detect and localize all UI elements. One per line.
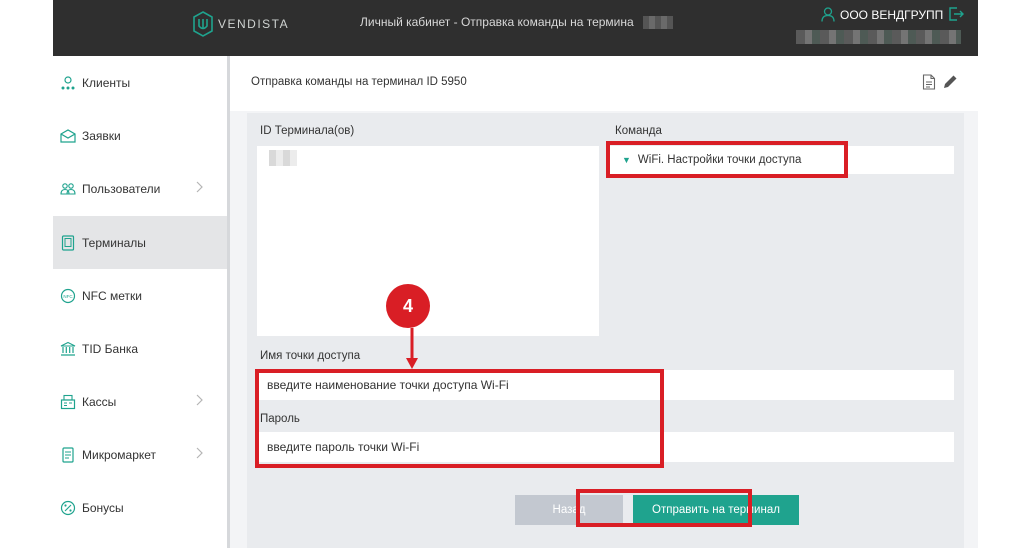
sidebar-item-bonuses[interactable]: Бонусы — [53, 481, 227, 534]
sidebar-item-requests[interactable]: Заявки — [53, 109, 227, 162]
top-header: VENDISTA Личный кабинет - Отправка коман… — [53, 0, 978, 56]
logo-icon — [193, 11, 213, 37]
arrow-down-icon — [406, 328, 418, 369]
sidebar-item-tid-bank[interactable]: TID Банка — [53, 322, 227, 375]
chevron-right-icon — [196, 181, 203, 193]
page-actions — [922, 74, 958, 90]
page-header: Отправка команды на терминал ID 5950 — [230, 56, 978, 111]
terminal-ids-label: ID Терминала(ов) — [260, 125, 355, 137]
bank-icon — [60, 341, 76, 357]
user-account[interactable]: ООО ВЕНДГРУПП — [821, 7, 943, 22]
window-title: Личный кабинет - Отправка команды на тер… — [360, 15, 634, 29]
highlight-command-select — [606, 141, 848, 178]
nfc-icon: NFC — [60, 288, 76, 304]
sidebar-item-nfc[interactable]: NFC NFC метки — [53, 269, 227, 322]
sidebar-item-label: Бонусы — [82, 500, 124, 515]
bonus-icon — [60, 500, 76, 516]
step-marker: 4 — [386, 284, 430, 328]
micromarket-icon — [60, 446, 76, 463]
sidebar-item-cashboxes[interactable]: Кассы — [53, 375, 227, 428]
vendista-logo[interactable]: VENDISTA — [192, 10, 289, 38]
redacted-terminal-id — [269, 150, 297, 166]
page-title: Отправка команды на терминал ID 5950 — [251, 76, 467, 88]
cashbox-icon — [60, 394, 76, 410]
sidebar-item-label: Заявки — [82, 128, 121, 143]
terminal-icon — [60, 234, 76, 251]
sidebar: Клиенты Заявки Пользователи Терминалы NF… — [53, 56, 227, 548]
highlight-wifi-fields — [255, 369, 664, 468]
sidebar-item-label: NFC метки — [82, 288, 142, 303]
chevron-right-icon — [196, 394, 203, 406]
sidebar-divider — [227, 56, 230, 548]
user-icon — [821, 7, 835, 22]
sidebar-item-terminals[interactable]: Терминалы — [53, 216, 227, 269]
ssid-label: Имя точки доступа — [260, 350, 361, 362]
sidebar-item-users[interactable]: Пользователи — [53, 162, 227, 215]
sidebar-item-label: Кассы — [82, 394, 117, 409]
command-label: Команда — [615, 125, 662, 137]
users-icon — [60, 181, 76, 197]
logo-text: VENDISTA — [218, 17, 290, 31]
mail-icon — [60, 128, 76, 144]
sidebar-item-clients[interactable]: Клиенты — [53, 56, 227, 109]
clients-icon — [60, 75, 76, 91]
sidebar-item-label: Клиенты — [82, 75, 131, 90]
svg-text:NFC: NFC — [63, 294, 73, 299]
highlight-send-button — [576, 489, 752, 527]
user-name: ООО ВЕНДГРУПП — [840, 7, 944, 22]
sidebar-item-micromarket[interactable]: Микромаркет — [53, 428, 227, 481]
document-icon[interactable] — [922, 74, 936, 90]
logout-button[interactable] — [948, 6, 964, 27]
chevron-right-icon — [196, 447, 203, 459]
sidebar-item-label: Терминалы — [82, 235, 146, 250]
sidebar-item-label: Пользователи — [82, 181, 161, 196]
pencil-icon[interactable] — [942, 74, 958, 90]
redacted-terminal-id — [643, 16, 673, 29]
redacted-account-info — [796, 30, 961, 44]
sidebar-item-label: TID Банка — [82, 341, 139, 356]
sidebar-item-label: Микромаркет — [82, 447, 157, 462]
command-form: ID Терминала(ов) Команда ▼ WiFi. Настрой… — [247, 113, 964, 548]
logout-icon — [949, 7, 964, 21]
